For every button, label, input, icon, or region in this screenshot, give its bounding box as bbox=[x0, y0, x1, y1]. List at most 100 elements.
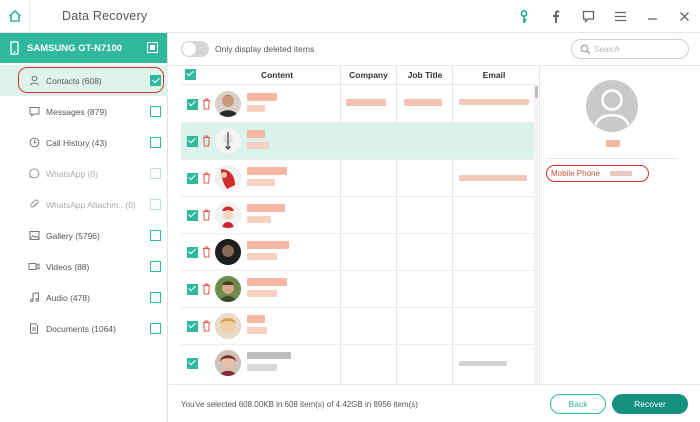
contact-avatar bbox=[215, 91, 241, 117]
table-row[interactable] bbox=[181, 197, 538, 234]
redacted-detail bbox=[247, 327, 267, 334]
search-input[interactable] bbox=[594, 43, 682, 55]
trash-icon bbox=[203, 320, 210, 332]
minimize-icon[interactable] bbox=[636, 0, 668, 33]
sidebar-item-label: WhatsApp (0) bbox=[46, 168, 98, 179]
sidebar-item-checkbox[interactable] bbox=[150, 137, 161, 148]
sidebar-item-messages[interactable]: Messages (879) bbox=[0, 96, 168, 127]
device-select-checkbox[interactable] bbox=[147, 42, 158, 53]
message-icon bbox=[28, 106, 40, 118]
sidebar-item-checkbox[interactable] bbox=[150, 292, 161, 303]
redacted-name bbox=[247, 352, 291, 359]
redacted-name bbox=[247, 167, 287, 175]
redacted-name bbox=[247, 315, 265, 323]
redacted-detail bbox=[247, 105, 265, 112]
title-bar: Data Recovery bbox=[0, 0, 700, 33]
sidebar-item-label: Videos (88) bbox=[46, 261, 90, 272]
feedback-icon[interactable] bbox=[572, 0, 604, 33]
key-icon[interactable] bbox=[508, 0, 540, 33]
row-checkbox[interactable] bbox=[187, 358, 198, 369]
sidebar-item-documents[interactable]: Documents (1064) bbox=[0, 313, 168, 344]
redacted-email bbox=[459, 361, 507, 366]
main-toolbar: Only display deleted items bbox=[169, 33, 700, 66]
sidebar-item-label: Audio (478) bbox=[46, 292, 90, 303]
select-all-checkbox[interactable] bbox=[185, 69, 196, 80]
whatsapp-icon bbox=[28, 168, 40, 180]
redacted-detail bbox=[247, 364, 277, 371]
paperclip-icon bbox=[28, 199, 40, 211]
row-checkbox[interactable] bbox=[187, 136, 198, 147]
sidebar-item-label: Gallery (5796) bbox=[46, 230, 100, 241]
sidebar-item-call-history[interactable]: Call History (43) bbox=[0, 127, 168, 158]
recover-button[interactable]: Recover bbox=[612, 394, 688, 414]
scroll-thumb[interactable] bbox=[535, 86, 538, 98]
redacted-detail bbox=[247, 142, 269, 149]
row-checkbox[interactable] bbox=[187, 321, 198, 332]
table-row[interactable] bbox=[181, 234, 538, 271]
sidebar-item-gallery[interactable]: Gallery (5796) bbox=[0, 220, 168, 251]
sidebar-item-checkbox[interactable] bbox=[150, 168, 161, 179]
sidebar-item-videos[interactable]: Videos (88) bbox=[0, 251, 168, 282]
redacted-detail bbox=[247, 253, 277, 260]
redacted-company bbox=[346, 99, 386, 106]
mobile-phone-label: Mobile Phone bbox=[551, 169, 600, 178]
redacted-detail bbox=[247, 290, 277, 297]
search-icon bbox=[580, 44, 591, 55]
redacted-email bbox=[459, 175, 527, 181]
facebook-icon[interactable] bbox=[540, 0, 572, 33]
user-placeholder-icon bbox=[594, 89, 630, 126]
column-header-content[interactable]: Content bbox=[215, 70, 339, 80]
redacted-phone-number bbox=[610, 171, 632, 176]
table-row[interactable] bbox=[181, 271, 538, 308]
back-button[interactable]: Back bbox=[550, 394, 606, 414]
sidebar-item-checkbox[interactable] bbox=[150, 230, 161, 241]
trash-icon bbox=[203, 135, 210, 147]
redacted-detail bbox=[247, 216, 271, 223]
clock-icon bbox=[28, 137, 40, 149]
detail-avatar bbox=[586, 80, 638, 132]
sidebar-item-checkbox[interactable] bbox=[150, 261, 161, 272]
search-box[interactable] bbox=[571, 39, 689, 59]
contact-avatar bbox=[215, 313, 241, 339]
column-header-company[interactable]: Company bbox=[340, 70, 397, 80]
redacted-name bbox=[606, 140, 620, 147]
sidebar-item-label: Messages (879) bbox=[46, 106, 107, 117]
music-icon bbox=[28, 292, 40, 304]
column-header-email[interactable]: Email bbox=[453, 70, 535, 80]
table-row[interactable] bbox=[181, 123, 538, 160]
column-header-job-title[interactable]: Job Title bbox=[397, 70, 453, 80]
trash-icon bbox=[203, 246, 210, 258]
sidebar-item-whatsapp[interactable]: WhatsApp (0) bbox=[0, 158, 168, 189]
sidebar-item-whatsapp-attachments[interactable]: WhatsApp Attachm...(0) bbox=[0, 189, 168, 220]
sidebar-item-checkbox[interactable] bbox=[150, 106, 161, 117]
close-icon[interactable] bbox=[668, 0, 700, 33]
table-scrollbar[interactable] bbox=[534, 86, 538, 384]
table-row[interactable] bbox=[181, 86, 538, 123]
table-header: Content Company Job Title Email bbox=[181, 66, 538, 85]
row-checkbox[interactable] bbox=[187, 210, 198, 221]
home-button[interactable] bbox=[0, 0, 30, 33]
redacted-detail bbox=[247, 179, 275, 186]
table-row[interactable] bbox=[181, 160, 538, 197]
table-row[interactable] bbox=[181, 308, 538, 345]
device-header[interactable]: SAMSUNG GT-N7100 bbox=[0, 33, 167, 63]
selection-summary: You've selected 608.00KB in 608 item(s) … bbox=[181, 400, 418, 409]
table-row[interactable] bbox=[181, 345, 538, 382]
deleted-only-toggle[interactable] bbox=[181, 41, 209, 57]
divider bbox=[548, 158, 678, 159]
sidebar-item-label: WhatsApp Attachm...(0) bbox=[46, 199, 136, 210]
trash-icon bbox=[203, 98, 210, 110]
sidebar-item-checkbox[interactable] bbox=[150, 199, 161, 210]
row-checkbox[interactable] bbox=[187, 99, 198, 110]
row-checkbox[interactable] bbox=[187, 247, 198, 258]
row-checkbox[interactable] bbox=[187, 284, 198, 295]
image-icon bbox=[28, 230, 40, 242]
trash-icon bbox=[203, 283, 210, 295]
trash-icon bbox=[203, 209, 210, 221]
menu-icon[interactable] bbox=[604, 0, 636, 33]
row-checkbox[interactable] bbox=[187, 173, 198, 184]
phone-icon bbox=[10, 41, 19, 55]
contact-detail-panel bbox=[539, 66, 700, 384]
sidebar-item-checkbox[interactable] bbox=[150, 323, 161, 334]
sidebar-item-audio[interactable]: Audio (478) bbox=[0, 282, 168, 313]
